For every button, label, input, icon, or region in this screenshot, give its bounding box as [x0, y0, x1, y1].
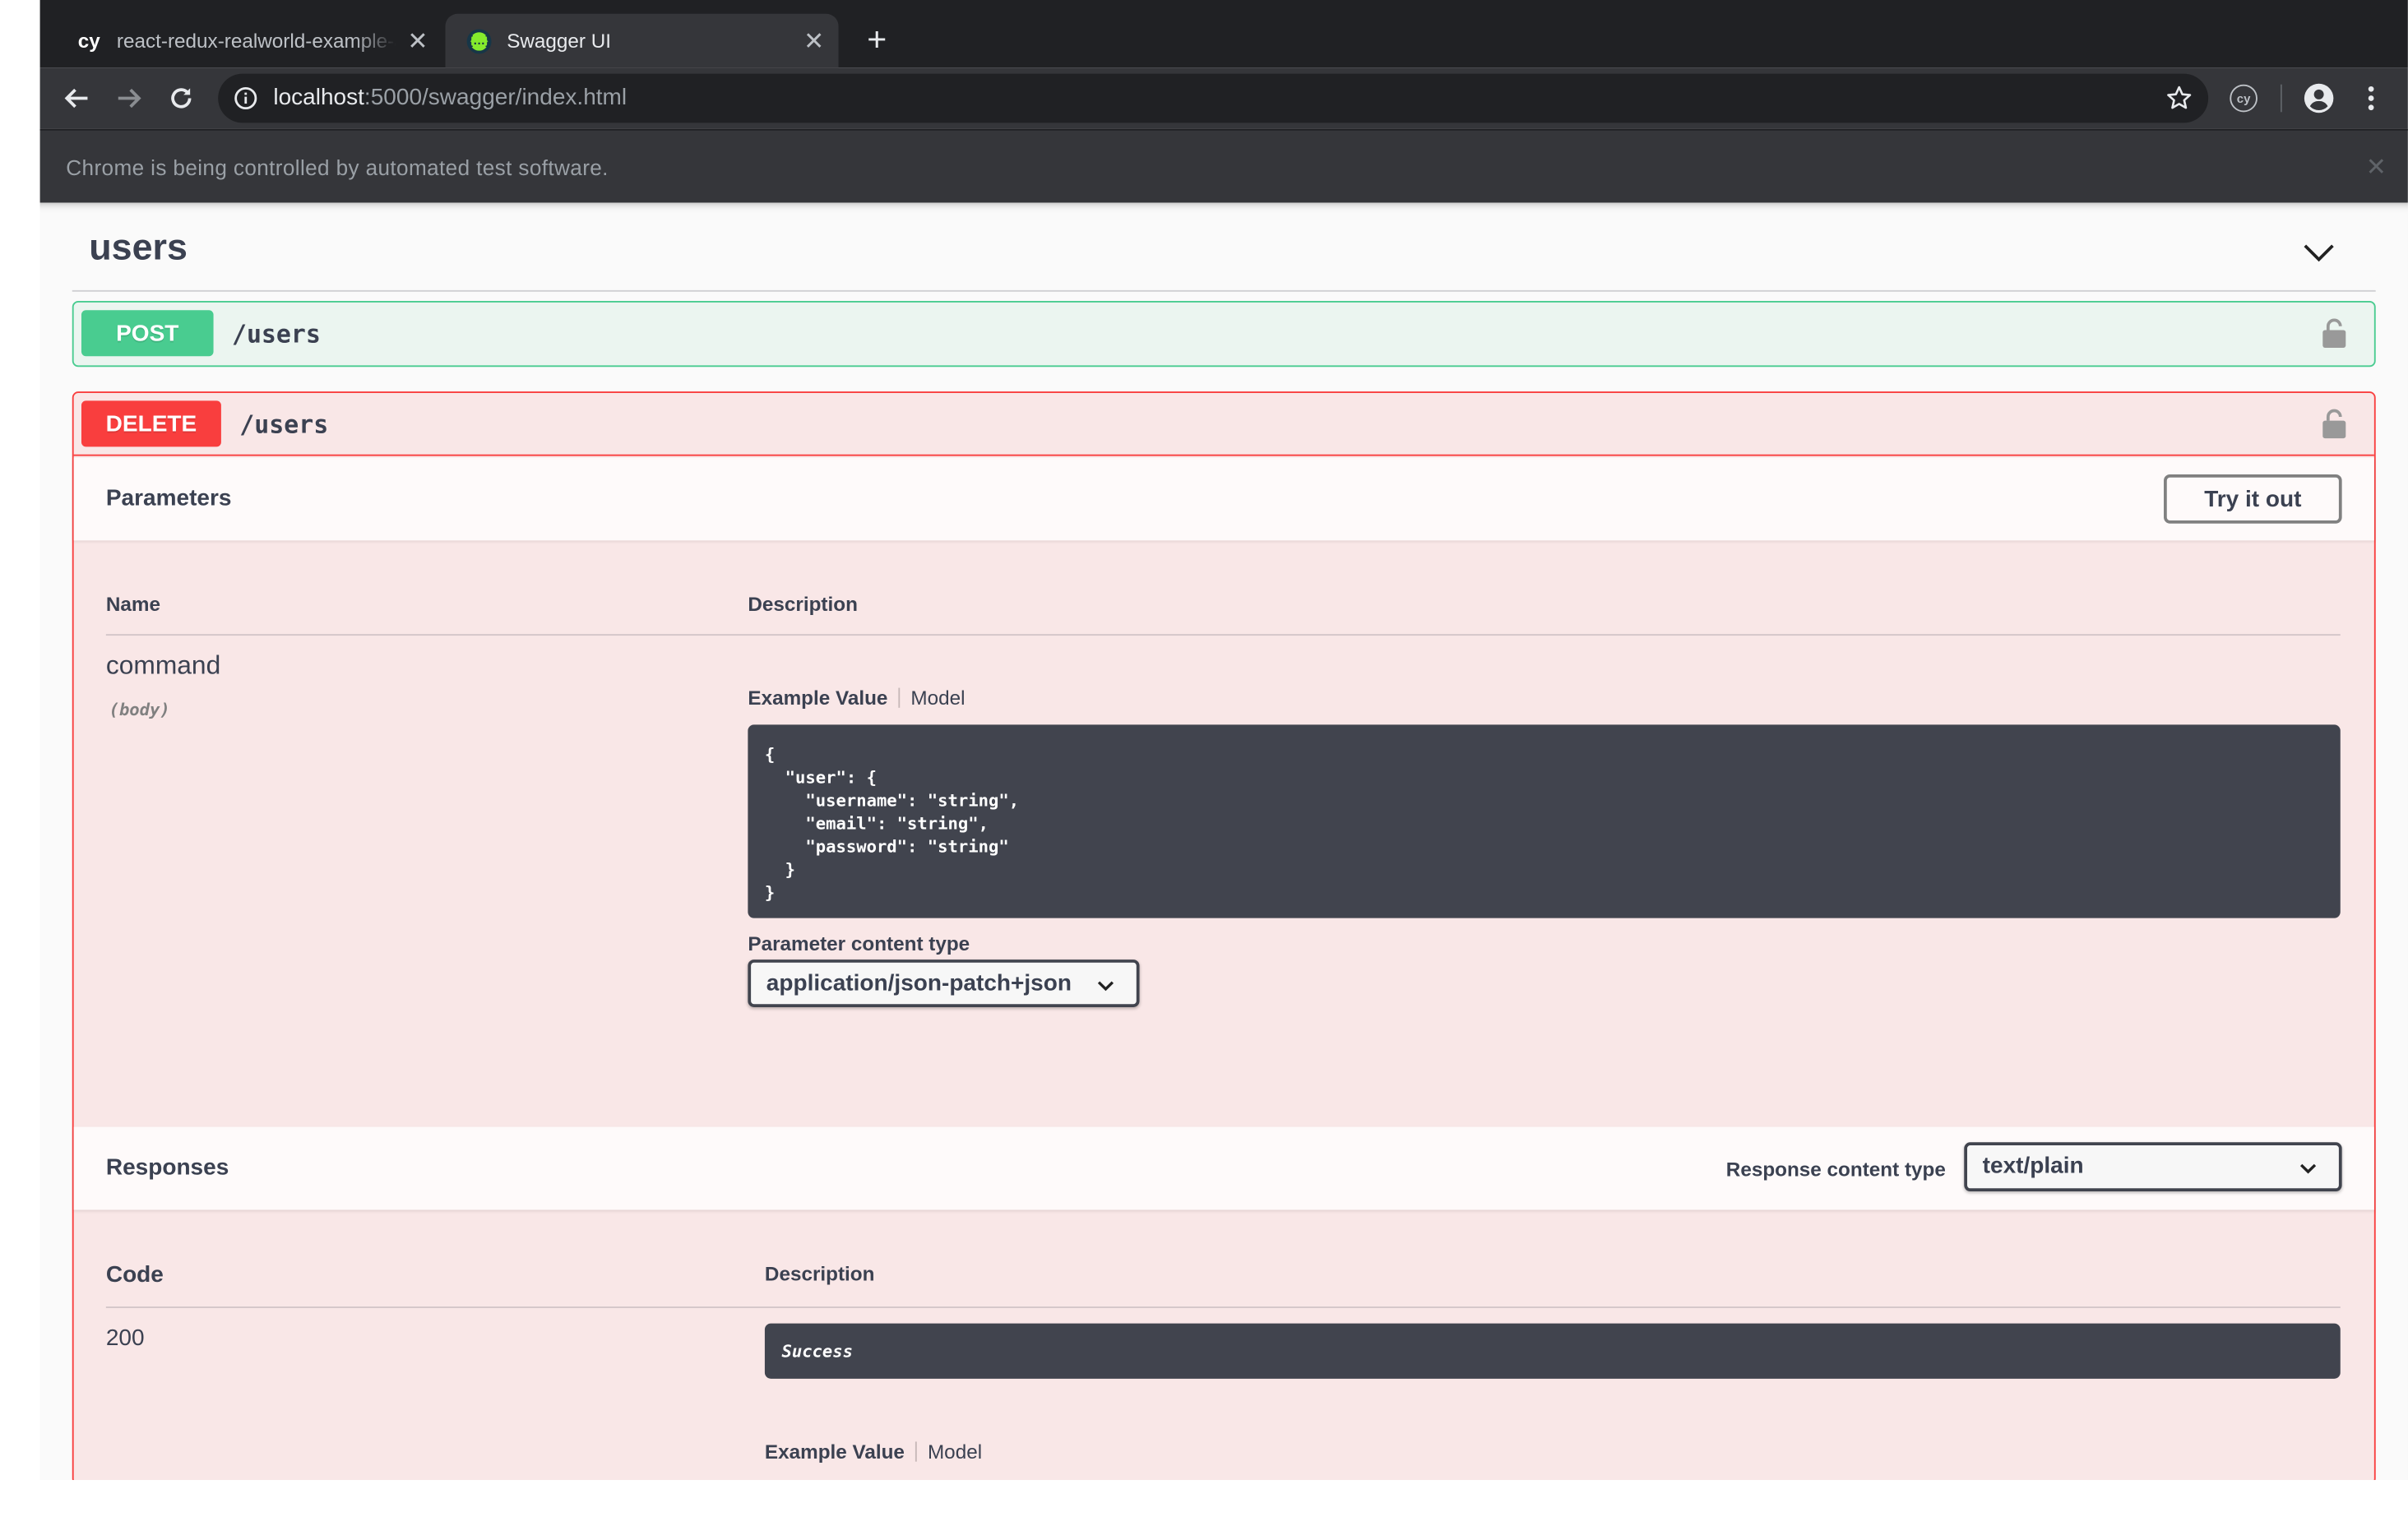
chevron-down-icon: [1097, 981, 1114, 992]
reload-icon[interactable]: [163, 80, 200, 117]
cypress-extension-icon[interactable]: cy: [2230, 84, 2258, 113]
table-divider: [105, 634, 2341, 636]
tab-model[interactable]: Model: [928, 1440, 982, 1464]
parameter-content-type-label: Parameter content type: [748, 932, 970, 955]
method-badge-post: POST: [81, 310, 214, 357]
response-description: Success: [781, 1342, 854, 1362]
close-icon[interactable]: ✕: [802, 29, 827, 55]
select-value: text/plain: [1982, 1153, 2084, 1180]
tab-strip: cy react-redux-realworld-example-app ✕ {…: [39, 0, 2408, 68]
column-header-description: Description: [748, 592, 858, 616]
close-icon[interactable]: ✕: [405, 29, 430, 55]
profile-icon[interactable]: [2304, 83, 2334, 113]
example-model-tabs: Example Value Model: [765, 1440, 982, 1464]
tab-separator: [915, 1441, 917, 1462]
swagger-icon: {…}: [466, 28, 492, 53]
new-tab-button[interactable]: +: [862, 21, 892, 58]
automation-infobar: Chrome is being controlled by automated …: [39, 128, 2408, 203]
tab-title: react-redux-realworld-example-app: [116, 29, 396, 53]
unlocked-icon[interactable]: [2322, 409, 2346, 439]
column-header-name: Name: [105, 592, 160, 616]
tab-react-redux-app[interactable]: cy react-redux-realworld-example-app ✕: [55, 14, 442, 67]
tag-title: users: [89, 227, 188, 269]
chevron-down-icon: [2299, 1163, 2317, 1174]
kebab-menu-icon[interactable]: [2359, 83, 2383, 113]
operation-path: /users: [239, 409, 329, 440]
cypress-icon: cy: [77, 29, 100, 53]
tab-model[interactable]: Model: [910, 687, 965, 710]
url-text: localhost:5000/swagger/index.html: [273, 85, 627, 111]
browser-window: cy react-redux-realworld-example-app ✕ {…: [39, 0, 2408, 1481]
infobar-message: Chrome is being controlled by automated …: [66, 155, 609, 180]
responses-title: Responses: [105, 1154, 229, 1181]
tab-separator: [898, 687, 901, 708]
info-icon[interactable]: [234, 86, 258, 111]
bookmark-star-icon[interactable]: [2165, 85, 2193, 113]
browser-toolbar: localhost:5000/swagger/index.html cy: [39, 67, 2408, 129]
forward-icon[interactable]: [110, 80, 147, 117]
responses-header: Responses Response content type text/pla…: [73, 1126, 2374, 1210]
column-header-code: Code: [105, 1261, 164, 1288]
select-value: application/json-patch+json: [766, 970, 1072, 997]
opblock-delete-users: DELETE /users Parameters Try it out Name…: [72, 391, 2376, 1481]
example-model-tabs: Example Value Model: [748, 687, 965, 710]
page-content: users POST /users DELETE /users Paramete…: [39, 202, 2408, 1481]
parameter-name: command: [105, 650, 221, 681]
opblock-summary[interactable]: POST /users: [74, 303, 2374, 366]
tab-example-value[interactable]: Example Value: [765, 1440, 905, 1464]
chevron-down-icon[interactable]: [2302, 235, 2336, 269]
toolbar-divider: [2280, 84, 2282, 113]
example-json: { "user": { "username": "string", "email…: [764, 744, 1020, 903]
try-it-out-button[interactable]: Try it out: [2164, 474, 2342, 524]
response-description-block: Success: [764, 1323, 2341, 1379]
address-bar[interactable]: localhost:5000/swagger/index.html: [218, 73, 2209, 123]
parameter-location: (body): [109, 700, 170, 720]
parameters-header: Parameters Try it out: [73, 457, 2374, 541]
operation-path: /users: [231, 319, 321, 349]
response-code: 200: [105, 1325, 145, 1352]
response-content-type-select[interactable]: text/plain: [1964, 1142, 2342, 1192]
column-header-description: Description: [764, 1261, 875, 1285]
tag-section-header[interactable]: users: [72, 212, 2376, 292]
tab-example-value[interactable]: Example Value: [748, 687, 887, 710]
method-badge-delete: DELETE: [81, 400, 221, 447]
example-value-code-block[interactable]: { "user": { "username": "string", "email…: [748, 724, 2341, 918]
response-content-type-label: Response content type: [1725, 1157, 1946, 1181]
tab-title: Swagger UI: [507, 29, 612, 53]
url-path: :5000/swagger/index.html: [364, 84, 627, 111]
unlocked-icon[interactable]: [2322, 318, 2346, 349]
tab-swagger-ui[interactable]: {…} Swagger UI ✕: [445, 13, 839, 68]
opblock-summary[interactable]: DELETE /users: [73, 393, 2374, 456]
parameters-title: Parameters: [105, 485, 232, 511]
back-icon[interactable]: [58, 80, 95, 117]
url-host: localhost: [273, 84, 364, 111]
table-divider: [105, 1306, 2341, 1308]
opblock-post-users: POST /users: [72, 300, 2376, 368]
parameter-content-type-select[interactable]: application/json-patch+json: [748, 960, 1140, 1007]
close-icon[interactable]: ✕: [2366, 152, 2387, 183]
